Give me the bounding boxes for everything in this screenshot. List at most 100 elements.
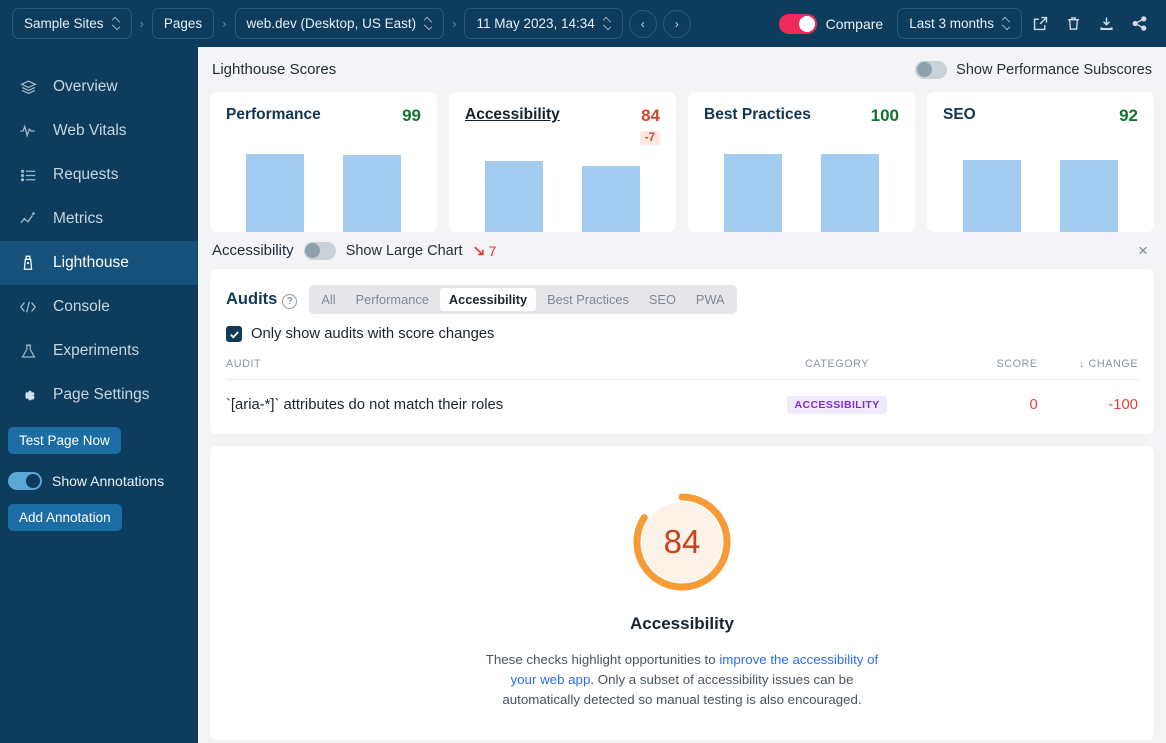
lighthouse-scores-title: Lighthouse Scores bbox=[212, 61, 337, 78]
col-category[interactable]: CATEGORY bbox=[736, 352, 938, 380]
chevron-right-icon: › bbox=[674, 16, 679, 31]
sidebar-item-page-settings[interactable]: Page Settings bbox=[0, 373, 198, 417]
table-header-row: AUDIT CATEGORY SCORE ↓ CHANGE bbox=[226, 352, 1138, 380]
score-card-name: SEO bbox=[943, 106, 976, 123]
show-large-chart-label: Show Large Chart bbox=[345, 242, 463, 259]
add-annotation-button[interactable]: Add Annotation bbox=[8, 504, 122, 531]
cell-audit: `[aria-*]` attributes do not match their… bbox=[226, 397, 504, 413]
score-card-bars bbox=[226, 154, 421, 232]
show-annotations-toggle[interactable] bbox=[8, 472, 42, 490]
show-subscores-label: Show Performance Subscores bbox=[956, 61, 1152, 78]
audits-table-wrap: AUDIT CATEGORY SCORE ↓ CHANGE `[aria-*]`… bbox=[210, 352, 1154, 434]
code-icon bbox=[18, 299, 38, 315]
bar bbox=[821, 154, 880, 232]
tab-all[interactable]: All bbox=[312, 288, 344, 311]
sidebar-item-experiments[interactable]: Experiments bbox=[0, 329, 198, 373]
bar bbox=[962, 160, 1021, 232]
score-card-value: 100 bbox=[870, 106, 899, 125]
previous-run-button[interactable]: ‹ bbox=[628, 9, 657, 38]
chevron-updown-icon bbox=[111, 17, 120, 30]
main-content: Lighthouse Scores Show Performance Subsc… bbox=[198, 0, 1166, 743]
gauge-label: Accessibility bbox=[630, 614, 734, 633]
compare-toggle[interactable] bbox=[778, 13, 817, 34]
close-icon[interactable]: × bbox=[1134, 238, 1152, 263]
external-link-icon[interactable] bbox=[1025, 9, 1055, 39]
bar bbox=[484, 161, 543, 232]
sidebar-item-label: Console bbox=[53, 298, 110, 315]
sidebar-item-requests[interactable]: Requests bbox=[0, 153, 198, 197]
breadcrumb-page-label: web.dev (Desktop, US East) bbox=[246, 16, 417, 31]
sidebar-item-label: Lighthouse bbox=[53, 254, 129, 271]
show-large-chart-toggle[interactable] bbox=[303, 241, 336, 260]
tab-best-practices[interactable]: Best Practices bbox=[538, 288, 638, 311]
score-card-value-wrap: 84 -7 bbox=[639, 106, 660, 146]
gauge-desc-before: These checks highlight opportunities to bbox=[485, 652, 720, 667]
show-subscores-toggle[interactable] bbox=[915, 60, 948, 79]
col-change[interactable]: ↓ CHANGE bbox=[1037, 352, 1138, 380]
arrow-down-right-icon bbox=[473, 246, 484, 256]
bar-slot bbox=[465, 154, 563, 232]
bar-slot bbox=[704, 154, 802, 232]
help-icon[interactable]: ? bbox=[282, 294, 298, 309]
sidebar-item-overview[interactable]: Overview bbox=[0, 65, 198, 109]
col-audit[interactable]: AUDIT bbox=[226, 352, 737, 380]
breadcrumb-date-label: 11 May 2023, 14:34 bbox=[476, 16, 595, 31]
col-score[interactable]: SCORE bbox=[937, 352, 1038, 380]
score-card-seo[interactable]: SEO 92 bbox=[927, 92, 1154, 232]
tab-pwa[interactable]: PWA bbox=[687, 288, 734, 311]
download-icon[interactable] bbox=[1091, 9, 1121, 39]
sidebar-item-web-vitals[interactable]: Web Vitals bbox=[0, 109, 198, 153]
show-subscores-knob bbox=[916, 62, 932, 77]
score-card-name: Accessibility bbox=[465, 106, 560, 123]
test-page-now-button[interactable]: Test Page Now bbox=[8, 427, 121, 454]
score-card-top: SEO 92 bbox=[943, 106, 1138, 126]
detail-header: Accessibility Show Large Chart 7 × bbox=[198, 232, 1166, 269]
tab-accessibility[interactable]: Accessibility bbox=[439, 288, 537, 311]
sidebar-item-label: Page Settings bbox=[53, 386, 150, 403]
show-annotations-row[interactable]: Show Annotations bbox=[8, 472, 198, 490]
trend-value: 7 bbox=[488, 242, 497, 259]
breadcrumb-site-selector[interactable]: Sample Sites bbox=[12, 8, 132, 39]
sidebar-item-label: Overview bbox=[53, 78, 118, 95]
sidebar-item-lighthouse[interactable]: Lighthouse bbox=[0, 241, 198, 285]
breadcrumb-date-selector[interactable]: 11 May 2023, 14:34 bbox=[464, 8, 623, 39]
share-icon[interactable] bbox=[1124, 9, 1154, 39]
tab-performance[interactable]: Performance bbox=[347, 288, 438, 311]
breadcrumb-separator: › bbox=[139, 16, 144, 31]
next-run-button[interactable]: › bbox=[662, 9, 691, 38]
breadcrumb-pages[interactable]: Pages bbox=[151, 8, 215, 39]
bar bbox=[343, 154, 402, 232]
score-card-performance[interactable]: Performance 99 bbox=[210, 92, 437, 232]
audits-title-text: Audits bbox=[226, 290, 278, 308]
score-changes-filter-row[interactable]: Only show audits with score changes bbox=[210, 314, 1154, 352]
score-card-value-wrap: 92 bbox=[1119, 106, 1138, 126]
score-changes-checkbox[interactable] bbox=[226, 326, 242, 342]
score-card-best-practices[interactable]: Best Practices 100 bbox=[688, 92, 915, 232]
pulse-icon bbox=[18, 122, 38, 140]
chevron-updown-icon bbox=[602, 17, 611, 30]
table-row[interactable]: `[aria-*]` attributes do not match their… bbox=[226, 380, 1138, 431]
score-card-accessibility[interactable]: Accessibility 84 -7 bbox=[449, 92, 676, 232]
score-card-value-wrap: 99 bbox=[402, 106, 421, 126]
audits-table: AUDIT CATEGORY SCORE ↓ CHANGE `[aria-*]`… bbox=[226, 352, 1138, 430]
gear-icon bbox=[18, 387, 38, 404]
show-subscores-control[interactable]: Show Performance Subscores bbox=[915, 60, 1152, 79]
date-range-selector[interactable]: Last 3 months bbox=[897, 8, 1022, 39]
bar bbox=[582, 166, 641, 232]
bar-slot bbox=[563, 154, 661, 232]
trash-icon[interactable] bbox=[1058, 9, 1088, 39]
sidebar-item-metrics[interactable]: Metrics bbox=[0, 197, 198, 241]
score-card-delta-badge: -7 bbox=[639, 131, 660, 145]
audits-title: Audits? bbox=[226, 290, 298, 309]
bar-slot bbox=[324, 154, 422, 232]
cell-change: -100 bbox=[1108, 397, 1138, 413]
score-card-name: Performance bbox=[226, 106, 321, 123]
breadcrumb-page-selector[interactable]: web.dev (Desktop, US East) bbox=[234, 8, 445, 39]
score-card-top: Performance 99 bbox=[226, 106, 421, 126]
tab-seo[interactable]: SEO bbox=[640, 288, 685, 311]
sidebar-item-console[interactable]: Console bbox=[0, 285, 198, 329]
breadcrumb-site-label: Sample Sites bbox=[24, 16, 104, 31]
category-badge: ACCESSIBILITY bbox=[787, 396, 887, 414]
gauge-description: These checks highlight opportunities to … bbox=[482, 650, 882, 710]
